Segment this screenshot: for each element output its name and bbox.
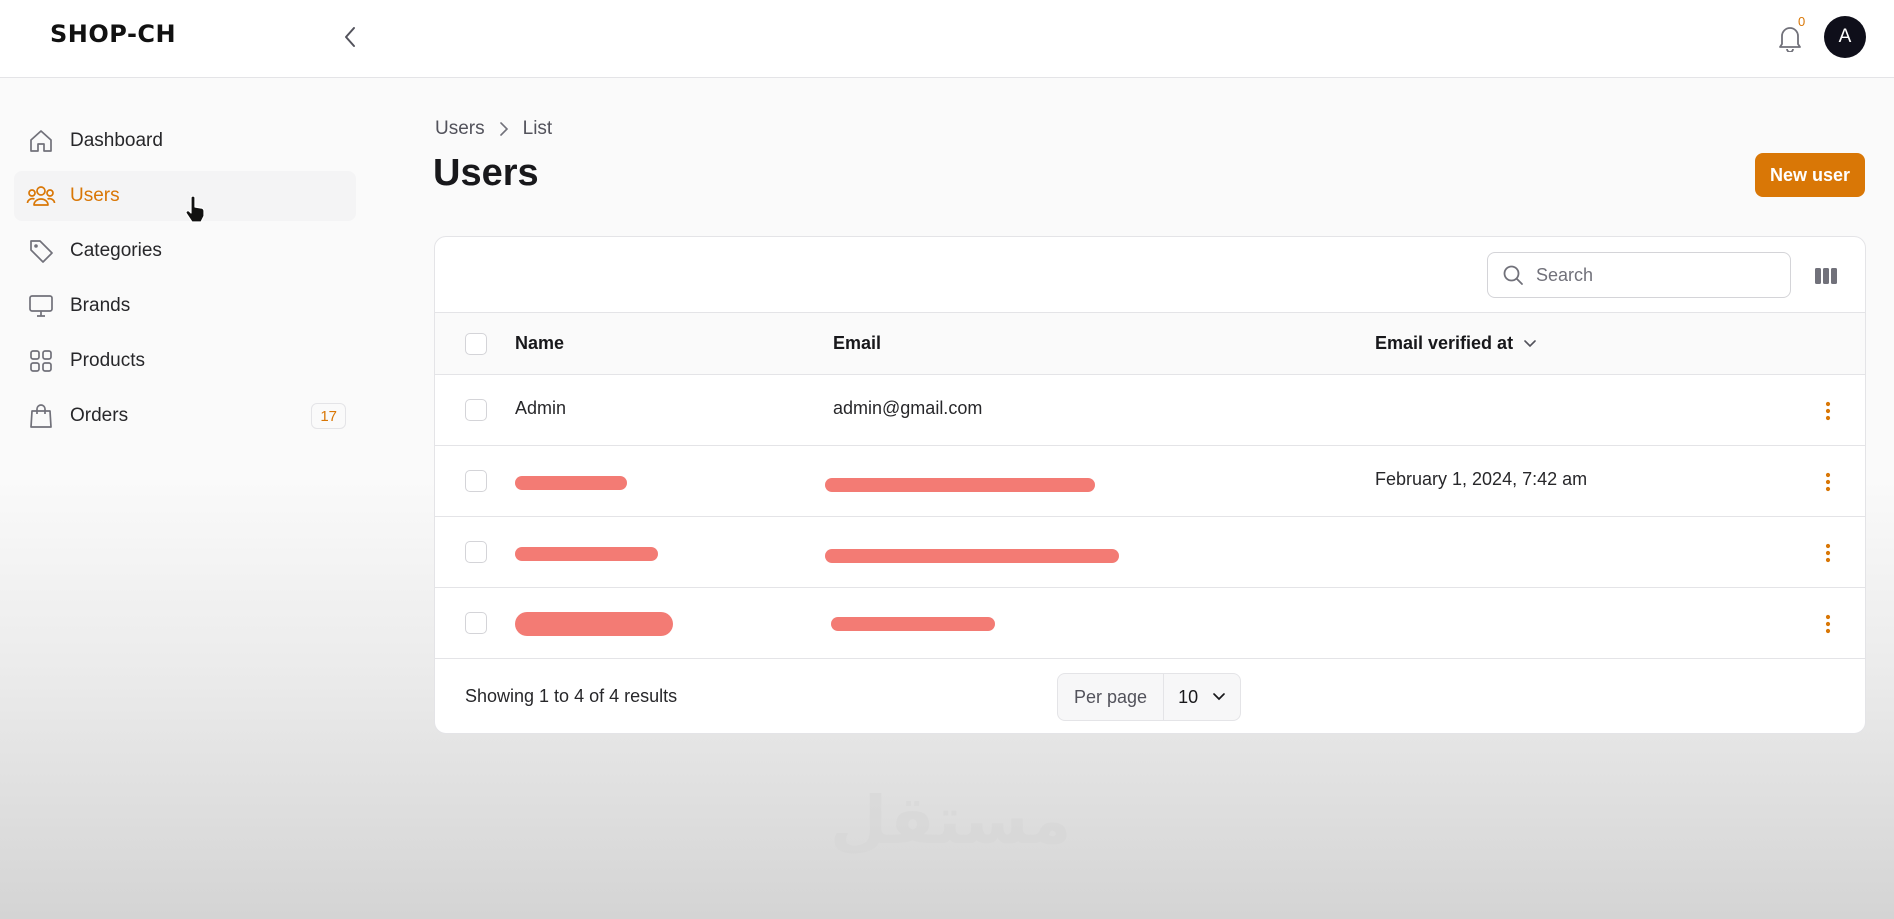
search-icon <box>1503 265 1523 285</box>
redacted-email <box>831 617 995 631</box>
breadcrumb-users-link[interactable]: Users <box>435 118 485 140</box>
sidebar-item-brands[interactable]: Brands <box>14 281 356 331</box>
per-page-control: Per page 10 <box>1057 673 1242 721</box>
tag-icon <box>26 236 56 266</box>
columns-icon <box>1815 268 1837 284</box>
table-row[interactable] <box>435 517 1865 588</box>
email-verified-column-header[interactable]: Email verified at <box>1375 333 1537 354</box>
table-header: Name Email Email verified at <box>435 313 1865 375</box>
redacted-name <box>515 547 658 561</box>
sidebar-item-label: Products <box>70 350 145 371</box>
row-checkbox[interactable] <box>465 612 487 634</box>
users-table-card: Name Email Email verified at Admin admin… <box>434 236 1866 734</box>
row-actions-button[interactable] <box>1813 610 1843 638</box>
name-header-label: Name <box>515 333 565 353</box>
more-vertical-icon <box>1825 614 1831 634</box>
sidebar: Dashboard Users Categories Brands Produc… <box>14 116 356 446</box>
grid-icon <box>26 346 56 376</box>
row-actions-button[interactable] <box>1813 539 1843 567</box>
column-toggle-button[interactable] <box>1811 261 1841 291</box>
sidebar-item-label: Dashboard <box>70 130 163 151</box>
redacted-name <box>515 476 627 490</box>
table-footer: Showing 1 to 4 of 4 results Per page 10 <box>435 659 1865 733</box>
user-name: Admin <box>515 398 567 418</box>
breadcrumb-current: List <box>522 118 553 139</box>
redacted-name <box>515 612 673 636</box>
page-title: Users <box>433 152 539 194</box>
orders-count-badge: 17 <box>311 403 346 429</box>
sidebar-item-label: Brands <box>70 295 131 316</box>
email-column-header: Email <box>833 333 881 354</box>
redacted-email <box>825 549 1119 563</box>
hand-cursor-icon <box>185 196 205 223</box>
chevron-right-icon <box>499 122 508 136</box>
sidebar-item-products[interactable]: Products <box>14 336 356 386</box>
select-all-checkbox[interactable] <box>465 333 487 355</box>
brand-logo[interactable]: SHOP-CH <box>50 20 176 48</box>
row-actions-button[interactable] <box>1813 468 1843 496</box>
more-vertical-icon <box>1825 401 1831 421</box>
email-verified-header-label: Email verified at <box>1375 333 1514 353</box>
sidebar-item-dashboard[interactable]: Dashboard <box>14 116 356 166</box>
user-email: admin@gmail.com <box>833 398 983 418</box>
redacted-email <box>825 478 1095 492</box>
table-toolbar <box>435 237 1865 313</box>
sidebar-item-label: Users <box>70 185 120 206</box>
search-field[interactable] <box>1487 252 1791 298</box>
row-actions-button[interactable] <box>1813 397 1843 425</box>
table-row[interactable]: February 1, 2024, 7:42 am <box>435 446 1865 517</box>
name-column-header: Name <box>515 333 564 354</box>
notification-count-badge: 0 <box>1798 14 1806 29</box>
sidebar-item-orders[interactable]: Orders 17 <box>14 391 356 441</box>
breadcrumb: Users List <box>435 118 552 140</box>
row-checkbox[interactable] <box>465 470 487 492</box>
table-row[interactable]: Admin admin@gmail.com <box>435 375 1865 446</box>
sidebar-item-categories[interactable]: Categories <box>14 226 356 276</box>
sidebar-item-label: Orders <box>70 405 129 426</box>
per-page-value: 10 <box>1178 686 1199 707</box>
table-row[interactable] <box>435 588 1865 659</box>
row-checkbox[interactable] <box>465 541 487 563</box>
row-checkbox[interactable] <box>465 399 487 421</box>
more-vertical-icon <box>1825 543 1831 563</box>
chevron-down-icon <box>1213 693 1225 701</box>
watermark-logo: مستقل <box>830 782 1072 859</box>
monitor-icon <box>26 291 56 321</box>
shopping-bag-icon <box>26 401 56 431</box>
results-summary: Showing 1 to 4 of 4 results <box>465 686 678 706</box>
email-header-label: Email <box>833 333 882 353</box>
user-email-verified-at: February 1, 2024, 7:42 am <box>1375 469 1588 489</box>
more-vertical-icon <box>1825 472 1831 492</box>
per-page-label: Per page <box>1058 674 1165 720</box>
users-icon <box>26 181 56 211</box>
sort-chevron-down-icon <box>1524 339 1536 347</box>
per-page-select[interactable]: 10 <box>1164 674 1240 720</box>
top-bar: SHOP-CH 0 A <box>0 0 1894 78</box>
chevron-left-icon <box>345 27 355 47</box>
new-user-button[interactable]: New user <box>1755 153 1865 197</box>
sidebar-item-label: Categories <box>70 240 162 261</box>
search-input[interactable] <box>1536 264 1776 286</box>
collapse-sidebar-button[interactable] <box>336 20 364 54</box>
home-icon <box>26 126 56 156</box>
user-avatar[interactable]: A <box>1824 16 1866 58</box>
